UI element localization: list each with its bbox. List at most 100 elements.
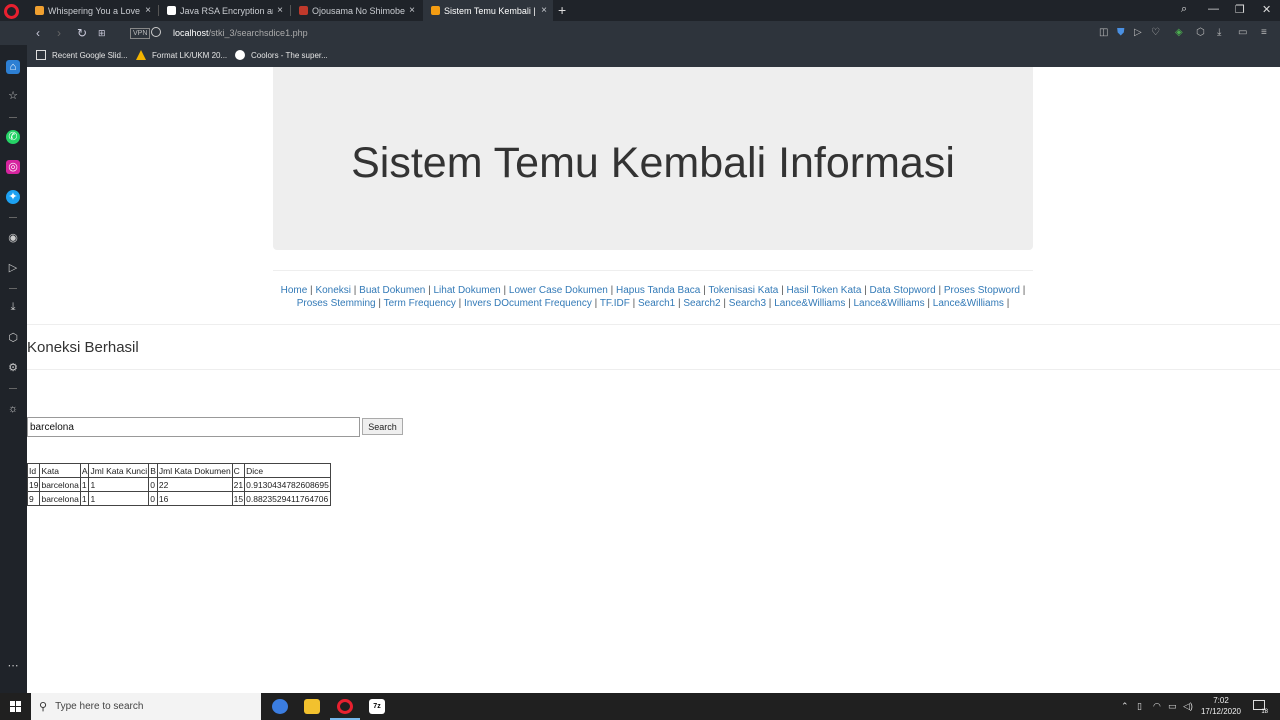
back-icon[interactable]: ‹	[36, 26, 40, 40]
battery-tray-icon[interactable]: ▭	[1168, 701, 1177, 712]
tab-java-rsa[interactable]: Java RSA Encryption and D ×	[159, 0, 289, 21]
menu-link[interactable]: Invers DOcument Frequency	[464, 298, 592, 309]
menu-link[interactable]: Search2	[683, 298, 720, 309]
file-explorer-icon[interactable]	[304, 699, 320, 714]
menu-separator: |	[591, 298, 600, 309]
menu-link[interactable]: Data Stopword	[870, 285, 936, 296]
tab-ojousama[interactable]: Ojousama No Shimobe Volume ×	[291, 0, 421, 21]
menu-link[interactable]: Hapus Tanda Baca	[616, 285, 700, 296]
volume-icon[interactable]: ◁)	[1183, 701, 1193, 712]
battery-icon[interactable]: ▭	[1238, 27, 1247, 38]
bookmark-coolors[interactable]: Coolors - The super...	[235, 50, 328, 60]
whatsapp-icon[interactable]: ✆	[6, 130, 20, 144]
bookmarks-star-icon[interactable]: ☆	[6, 89, 20, 103]
page-viewport: Sistem Temu Kembali Informasi Home | Kon…	[26, 67, 1280, 693]
table-header-cell: Jml Kata Kunci	[88, 463, 150, 478]
vpn-badge[interactable]: VPN	[130, 28, 151, 39]
coolors-icon	[235, 50, 245, 60]
tab-close-icon[interactable]: ×	[405, 5, 415, 16]
menu-link[interactable]: Term Frequency	[384, 298, 456, 309]
menu-link[interactable]: Lance&Williams	[933, 298, 1004, 309]
url-host: localhost	[173, 28, 209, 38]
tab-favicon-icon	[167, 6, 176, 15]
menu-link[interactable]: Buat Dokumen	[359, 285, 425, 296]
close-window-icon[interactable]: ✕	[1262, 3, 1271, 16]
bookmark-google-slides[interactable]: Recent Google Slid...	[36, 50, 128, 60]
table-header-cell: Jml Kata Dokumen	[156, 463, 233, 478]
menu-link[interactable]: Koneksi	[315, 285, 351, 296]
extensions-cube-icon[interactable]: ⬡	[6, 331, 20, 345]
more-dots-icon[interactable]: ⋯	[6, 659, 20, 673]
menu-link[interactable]: Search1	[638, 298, 675, 309]
search-button[interactable]: Search	[362, 418, 403, 435]
menu-separator: |	[861, 285, 870, 296]
snapshot-icon[interactable]: ◫	[1099, 27, 1108, 38]
extension-icon[interactable]: ◈	[1175, 27, 1183, 38]
home-icon[interactable]: ⌂	[6, 60, 20, 74]
system-clock[interactable]: 7:02 17/12/2020	[1198, 695, 1244, 717]
tray-chevron-icon[interactable]: ⌃	[1121, 701, 1129, 712]
menu-link[interactable]: Search3	[729, 298, 766, 309]
table-header-cell: Kata	[39, 463, 81, 478]
tips-lightbulb-icon[interactable]: ☼	[6, 402, 20, 416]
menu-link[interactable]: Hasil Token Kata	[787, 285, 862, 296]
windows-start-icon[interactable]	[10, 701, 21, 712]
menu-link[interactable]: TF.IDF	[600, 298, 630, 309]
tab-sistem-temu-kembali[interactable]: Sistem Temu Kembali | Home ×	[423, 0, 553, 21]
tab-whispering[interactable]: Whispering You a Love Song ×	[27, 0, 157, 21]
instagram-icon[interactable]: ◎	[6, 160, 20, 174]
clock-time: 7:02	[1213, 696, 1229, 705]
heart-icon[interactable]: ♡	[1151, 27, 1160, 38]
taskbar-search-box[interactable]: ⚲ Type here to search	[31, 693, 261, 720]
send-icon[interactable]: ▷	[1134, 27, 1142, 38]
twitter-icon[interactable]: ✦	[6, 190, 20, 204]
menu-link[interactable]: Proses Stopword	[944, 285, 1020, 296]
menu-link[interactable]: Proses Stemming	[297, 298, 376, 309]
search-input[interactable]	[27, 417, 360, 437]
player-icon[interactable]: ◉	[6, 231, 20, 245]
7zip-icon[interactable]: 7z	[369, 699, 385, 714]
tab-close-icon[interactable]: ×	[273, 5, 283, 16]
cube-icon[interactable]: ⬡	[1196, 27, 1205, 38]
restore-icon[interactable]: ❐	[1235, 3, 1245, 16]
tray-device-icon[interactable]: ▯	[1137, 701, 1142, 712]
flow-send-icon[interactable]: ▷	[6, 261, 20, 275]
new-tab-button[interactable]: +	[558, 2, 566, 18]
menu-link[interactable]: Lower Case Dokumen	[509, 285, 608, 296]
adblock-shield-icon[interactable]: ⛊	[1117, 27, 1125, 38]
tab-close-icon[interactable]: ×	[141, 5, 151, 16]
tab-favicon-icon	[299, 6, 308, 15]
wifi-icon[interactable]: ◠	[1153, 701, 1161, 712]
menu-link[interactable]: Tokenisasi Kata	[708, 285, 778, 296]
easy-setup-icon[interactable]: ≡	[1261, 27, 1267, 38]
notification-center-icon[interactable]: 18	[1253, 700, 1268, 715]
menu-link[interactable]: Home	[281, 285, 308, 296]
tab-search-icon[interactable]: ⌕	[1181, 3, 1187, 16]
speed-dial-icon[interactable]: ⊞	[98, 28, 106, 39]
opera-logo-icon[interactable]	[4, 4, 19, 19]
cortana-app-icon[interactable]	[272, 699, 288, 714]
reload-icon[interactable]: ↻	[77, 26, 87, 40]
menu-separator: |	[935, 285, 944, 296]
menu-link[interactable]: Lihat Dokumen	[433, 285, 500, 296]
table-cell: 0	[148, 491, 158, 506]
bookmark-format-lk[interactable]: Format LK/UKM 20...	[136, 50, 227, 60]
settings-gear-icon[interactable]: ⚙	[6, 361, 20, 375]
table-cell: 22	[156, 477, 233, 492]
tab-close-icon[interactable]: ×	[537, 5, 547, 16]
menu-separator: |	[924, 298, 933, 309]
menu-link[interactable]: Lance&Williams	[853, 298, 924, 309]
minimize-icon[interactable]: —	[1208, 3, 1219, 15]
opera-taskbar-icon[interactable]	[337, 699, 353, 714]
tab-title: Ojousama No Shimobe Volume	[312, 5, 406, 16]
bookmark-label: Coolors - The super...	[251, 50, 328, 60]
bookmark-label: Format LK/UKM 20...	[152, 50, 228, 60]
site-info-icon[interactable]	[151, 27, 161, 37]
search-icon: ⚲	[39, 701, 48, 713]
table-cell: 19	[26, 477, 41, 492]
forward-icon[interactable]: ›	[57, 26, 61, 40]
menu-link[interactable]: Lance&Williams	[774, 298, 845, 309]
url-field[interactable]: localhost/stki_3/searchsdice1.php	[173, 28, 308, 38]
downloads-icon[interactable]: ⤓	[6, 300, 20, 314]
download-icon[interactable]: ⤓	[1217, 27, 1221, 38]
